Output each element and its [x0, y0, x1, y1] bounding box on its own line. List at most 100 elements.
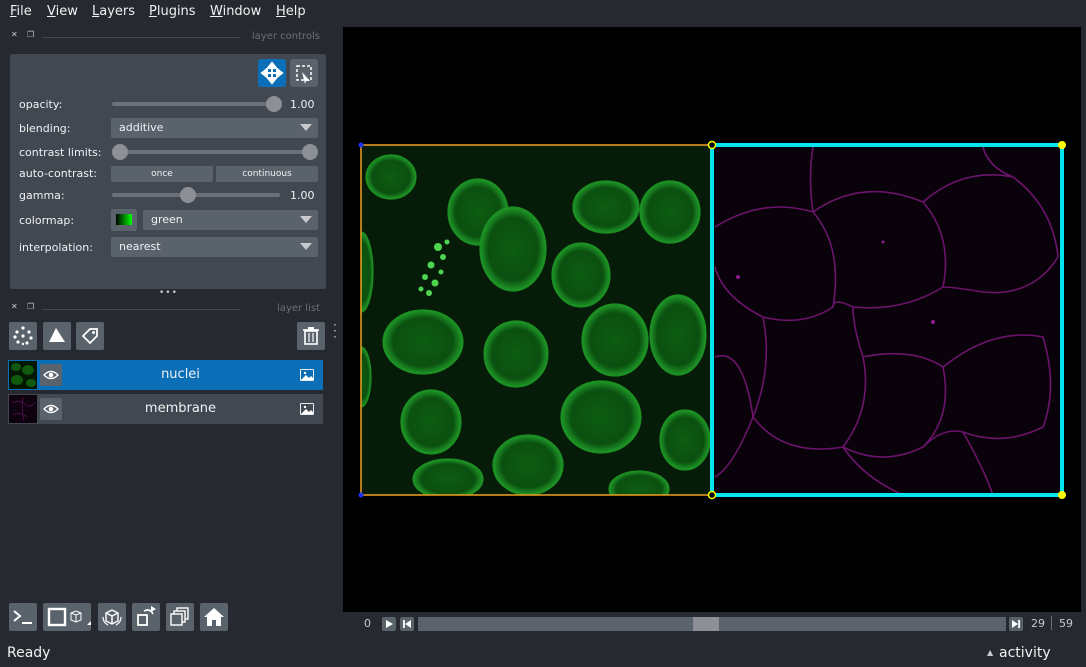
skip-forward-icon	[1012, 620, 1020, 628]
transpose-dimensions-button[interactable]	[132, 603, 160, 631]
blending-select[interactable]: additive	[111, 118, 318, 138]
cube-roll-icon	[102, 609, 122, 626]
new-labels-layer-button[interactable]	[76, 322, 104, 350]
opacity-slider[interactable]	[112, 102, 274, 106]
chevron-down-icon	[300, 216, 312, 223]
blending-value: additive	[119, 121, 164, 134]
colormap-select[interactable]: green	[143, 210, 318, 230]
grid-mode-button[interactable]	[166, 603, 194, 631]
eye-icon	[43, 370, 59, 380]
colormap-value: green	[151, 213, 183, 226]
layer-controls-header: ✕ ❐ layer controls	[10, 30, 320, 44]
contrast-limits-high-handle[interactable]	[302, 144, 318, 160]
home-button[interactable]	[200, 603, 228, 631]
activity-button[interactable]: activity	[999, 645, 1051, 661]
pan-zoom-button[interactable]	[258, 59, 286, 87]
dock-close-icon[interactable]: ✕	[11, 302, 18, 311]
contrast-limits-low-handle[interactable]	[112, 144, 128, 160]
transform-handle[interactable]	[707, 490, 717, 500]
membrane-image	[712, 145, 1062, 495]
layer-controls-title: layer controls	[251, 31, 320, 42]
more-vertical-icon[interactable]: · · ·	[333, 319, 337, 343]
layer-name[interactable]: membrane	[68, 401, 293, 416]
colormap-gradient	[116, 214, 132, 225]
toggle-ndisplay-button[interactable]	[43, 603, 91, 631]
new-shapes-layer-button[interactable]	[43, 322, 71, 350]
dock-float-icon[interactable]: ❐	[27, 30, 34, 39]
menu-file[interactable]: File	[10, 4, 32, 19]
transform-handle[interactable]	[1058, 141, 1066, 149]
dims-slider-thumb[interactable]	[693, 617, 720, 631]
layer-name[interactable]: nuclei	[68, 367, 293, 382]
gamma-slider[interactable]	[112, 193, 280, 197]
console-button[interactable]	[9, 603, 37, 631]
menu-window[interactable]: Window	[210, 4, 261, 19]
auto-contrast-once-button[interactable]: once	[111, 166, 213, 182]
layer-thumbnail	[9, 361, 37, 389]
frame-start-label: 0	[364, 617, 371, 630]
menu-layers[interactable]: Layers	[92, 4, 135, 19]
interpolation-value: nearest	[119, 240, 161, 253]
contrast-limits-slider[interactable]	[114, 150, 312, 154]
colormap-preview[interactable]	[111, 209, 137, 231]
play-button[interactable]	[382, 617, 396, 631]
transform-handle[interactable]	[1058, 491, 1066, 499]
transpose-icon	[137, 606, 156, 626]
dims-slider-bar: 0 29 59	[343, 612, 1081, 636]
layer-row-nuclei[interactable]: nuclei	[8, 360, 323, 390]
dims-slider-track[interactable]	[418, 617, 1006, 631]
image-layer-icon	[300, 369, 314, 381]
gamma-value: 1.00	[290, 189, 315, 202]
step-forward-button[interactable]	[1009, 617, 1023, 631]
grid-stack-icon	[170, 607, 189, 626]
interpolation-label: interpolation:	[19, 241, 93, 254]
gamma-label: gamma:	[19, 189, 65, 202]
nuclei-image	[361, 145, 711, 495]
dock-title-divider	[42, 37, 240, 38]
label-tag-icon	[81, 328, 98, 345]
menu-help[interactable]: Help	[276, 4, 306, 19]
auto-contrast-continuous-button[interactable]: continuous	[216, 166, 318, 182]
viewer-canvas[interactable]	[343, 27, 1081, 612]
dock-float-icon[interactable]: ❐	[27, 302, 34, 311]
interpolation-select[interactable]: nearest	[111, 237, 318, 257]
chevron-down-icon	[300, 124, 312, 131]
dock-title-divider	[42, 309, 240, 310]
transform-handle[interactable]	[358, 492, 364, 498]
2d-3d-toggle-icon	[47, 607, 91, 627]
terminal-icon	[13, 610, 32, 624]
dock-splitter-handle[interactable]: •••	[159, 288, 178, 298]
contrast-limits-label: contrast limits:	[19, 146, 102, 159]
visibility-toggle[interactable]	[40, 398, 62, 420]
step-back-button[interactable]	[400, 617, 414, 631]
gamma-slider-handle[interactable]	[179, 187, 196, 203]
delete-layer-button[interactable]	[297, 322, 325, 350]
home-icon	[204, 608, 224, 626]
blending-label: blending:	[19, 122, 71, 135]
layer-list-title: layer list	[277, 303, 320, 314]
opacity-label: opacity:	[19, 98, 63, 111]
eye-icon	[43, 404, 59, 414]
visibility-toggle[interactable]	[40, 364, 62, 386]
colormap-label: colormap:	[19, 214, 75, 227]
menu-plugins[interactable]: Plugins	[149, 4, 196, 19]
opacity-value: 1.00	[290, 98, 315, 111]
trash-icon	[303, 327, 319, 345]
move-arrows-icon	[260, 61, 284, 85]
roll-dimensions-button[interactable]	[98, 603, 126, 631]
total-frames: 59	[1059, 617, 1073, 630]
play-icon	[386, 620, 393, 628]
opacity-slider-handle[interactable]	[266, 96, 282, 112]
current-frame[interactable]: 29	[1031, 617, 1045, 630]
status-bar: Ready ▲ activity	[0, 640, 1086, 667]
transform-handle[interactable]	[358, 142, 364, 148]
points-icon	[13, 326, 33, 346]
image-layer-icon	[300, 403, 314, 415]
new-points-layer-button[interactable]	[9, 322, 37, 350]
layer-row-membrane[interactable]: membrane	[8, 394, 323, 424]
image-view	[358, 140, 1066, 500]
dock-close-icon[interactable]: ✕	[11, 30, 18, 39]
transform-button[interactable]	[290, 59, 318, 87]
transform-handle[interactable]	[707, 140, 717, 150]
menu-view[interactable]: View	[47, 4, 78, 19]
